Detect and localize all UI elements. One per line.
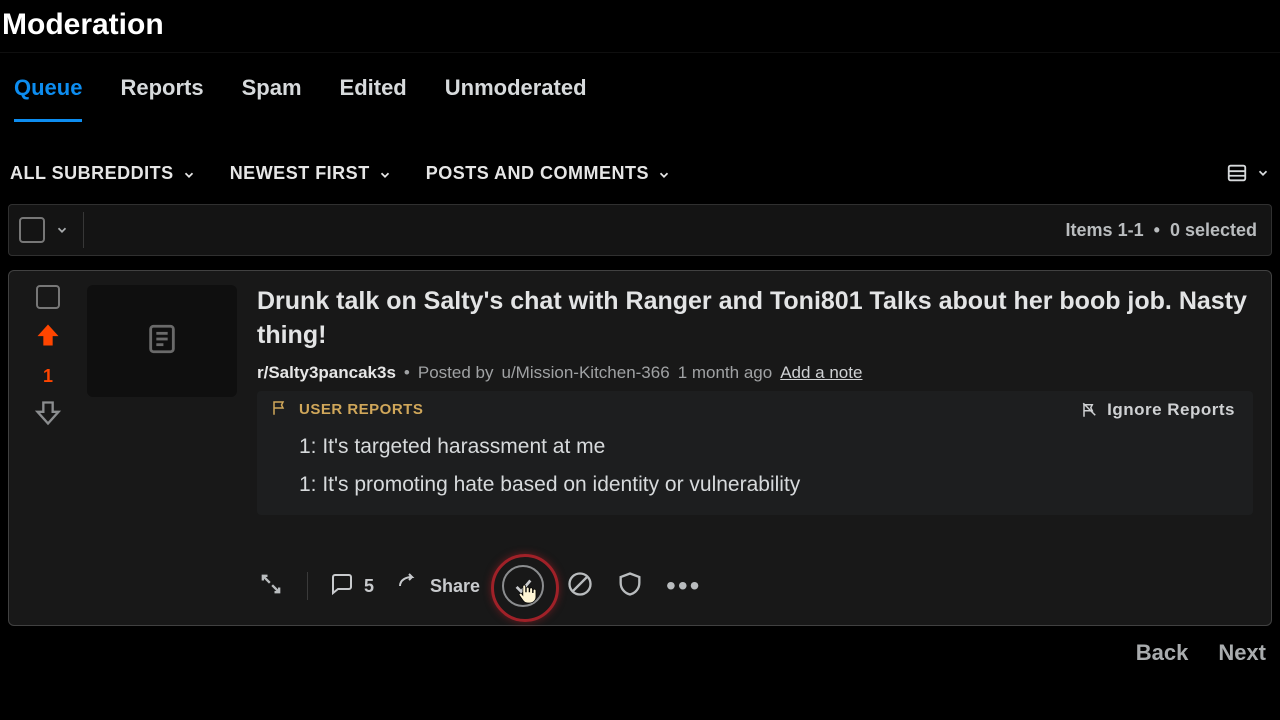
filter-subreddits[interactable]: ALL SUBREDDITS <box>10 163 196 184</box>
filter-bar: ALL SUBREDDITS NEWEST FIRST POSTS AND CO… <box>0 122 1280 198</box>
remove-button[interactable] <box>566 570 594 603</box>
tab-edited[interactable]: Edited <box>340 75 407 122</box>
expand-crosspost-icon[interactable] <box>257 570 285 603</box>
tabs: Queue Reports Spam Edited Unmoderated <box>0 52 1280 122</box>
tab-spam[interactable]: Spam <box>242 75 302 122</box>
add-note-link[interactable]: Add a note <box>780 363 862 383</box>
flag-icon <box>271 399 289 421</box>
item-checkbox[interactable] <box>36 285 60 309</box>
share-label: Share <box>430 576 480 597</box>
divider <box>307 572 308 600</box>
more-actions-button[interactable]: ••• <box>666 570 701 602</box>
upvote-button[interactable] <box>34 321 62 354</box>
pager-next[interactable]: Next <box>1218 640 1266 666</box>
separator-dot: • <box>1154 220 1160 240</box>
pager-back[interactable]: Back <box>1136 640 1189 666</box>
post-meta: r/Salty3pancak3s • Posted by u/Mission-K… <box>257 363 1253 383</box>
comment-icon <box>330 572 354 601</box>
post-title[interactable]: Drunk talk on Salty's chat with Ranger a… <box>257 285 1253 353</box>
chevron-down-icon <box>657 166 671 180</box>
items-count: Items 1-1 • 0 selected <box>1066 220 1257 241</box>
page-title: Moderation <box>0 0 1280 52</box>
shield-button[interactable] <box>616 570 644 603</box>
post-thumbnail[interactable] <box>87 285 237 397</box>
comments-button[interactable]: 5 <box>330 572 374 601</box>
ignore-reports-label: Ignore Reports <box>1107 400 1235 420</box>
view-mode-toggle[interactable] <box>1226 162 1270 184</box>
select-all-bar: Items 1-1 • 0 selected <box>8 204 1272 256</box>
share-button[interactable]: Share <box>396 572 480 601</box>
tab-unmoderated[interactable]: Unmoderated <box>445 75 587 122</box>
filter-type-label: POSTS AND COMMENTS <box>426 163 649 184</box>
share-icon <box>396 572 420 601</box>
filter-type[interactable]: POSTS AND COMMENTS <box>426 163 671 184</box>
post-content: Drunk talk on Salty's chat with Ranger a… <box>237 271 1271 625</box>
comments-count: 5 <box>364 576 374 597</box>
chevron-down-icon <box>378 166 392 180</box>
chevron-down-icon[interactable] <box>55 223 69 237</box>
chevron-down-icon <box>1256 166 1270 180</box>
tab-reports[interactable]: Reports <box>120 75 203 122</box>
select-all-checkbox[interactable] <box>19 217 45 243</box>
ignore-reports-button[interactable]: Ignore Reports <box>1081 400 1235 420</box>
author-link[interactable]: u/Mission-Kitchen-366 <box>501 363 669 383</box>
post-score: 1 <box>43 366 53 387</box>
divider <box>83 212 84 248</box>
moderation-item: 1 Drunk talk on Salty's chat with Ranger… <box>8 270 1272 626</box>
filter-sort-label: NEWEST FIRST <box>230 163 370 184</box>
approve-button[interactable] <box>502 565 544 607</box>
action-row: 5 Share ••• <box>257 557 1253 617</box>
items-range: Items 1-1 <box>1066 220 1144 240</box>
user-reports-box: USER REPORTS Ignore Reports 1: It's targ… <box>257 391 1253 515</box>
pager: Back Next <box>0 640 1266 666</box>
vote-column: 1 <box>9 271 87 625</box>
subreddit-link[interactable]: r/Salty3pancak3s <box>257 363 396 383</box>
user-reports-label: USER REPORTS <box>299 401 423 418</box>
tab-queue[interactable]: Queue <box>14 75 82 122</box>
post-age: 1 month ago <box>678 363 773 383</box>
list-view-icon <box>1226 162 1248 184</box>
highlight-ring <box>491 554 559 622</box>
report-reason: 1: It's promoting hate based on identity… <box>299 473 1235 497</box>
downvote-button[interactable] <box>34 399 62 432</box>
chevron-down-icon <box>182 166 196 180</box>
report-reason: 1: It's targeted harassment at me <box>299 435 1235 459</box>
items-selected: 0 selected <box>1170 220 1257 240</box>
meta-separator: • <box>404 363 410 383</box>
filter-subreddits-label: ALL SUBREDDITS <box>10 163 174 184</box>
text-post-icon <box>145 322 179 361</box>
posted-by-prefix: Posted by <box>418 363 494 383</box>
filter-sort[interactable]: NEWEST FIRST <box>230 163 392 184</box>
